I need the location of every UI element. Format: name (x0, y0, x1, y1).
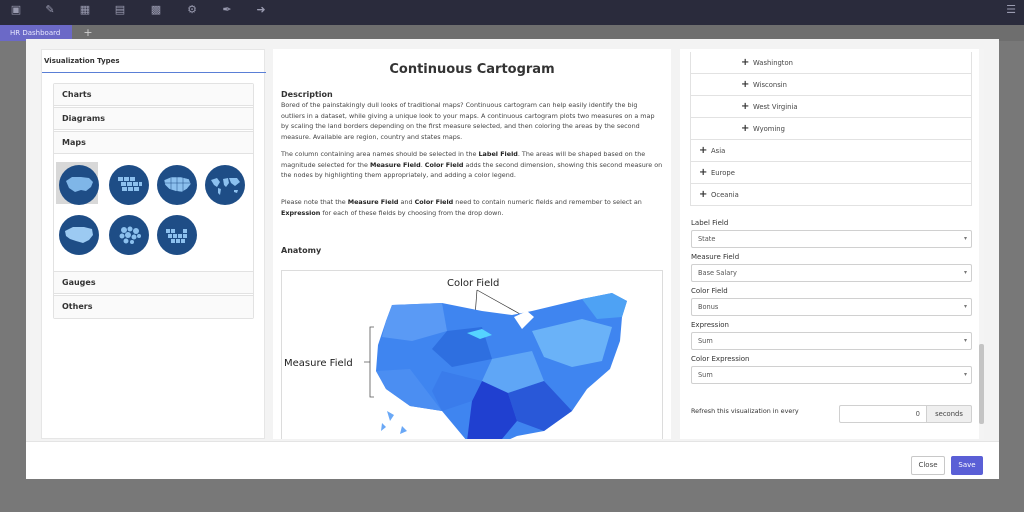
group-maps[interactable]: Maps (54, 132, 253, 154)
tree-item-label: Oceania (711, 191, 739, 199)
color-expression-select[interactable]: Sum ▾ (691, 366, 972, 384)
visualization-title: Continuous Cartogram (389, 62, 555, 77)
description-paragraph-2: The column containing area names should … (281, 150, 663, 180)
us-map-icon (59, 165, 99, 205)
select-value: Base Salary (698, 269, 737, 277)
description-paragraph-1: Bored of the painstakingly dull looks of… (281, 101, 655, 141)
description-panel: Continuous Cartogram Description Bored o… (273, 49, 671, 439)
edit-icon[interactable]: ✎ (43, 3, 57, 17)
maps-thumbnails (54, 154, 253, 272)
refresh-interval-input[interactable]: 0 (839, 405, 927, 423)
grid-icon[interactable]: ▩ (149, 3, 163, 17)
tree-item-wyoming[interactable]: + Wyoming (691, 118, 971, 140)
close-button[interactable]: Close (911, 456, 945, 475)
chevron-down-icon: ▾ (963, 371, 967, 378)
us-region-map-icon (59, 215, 99, 255)
expand-icon[interactable]: + (699, 140, 707, 162)
tree-item-label: Wyoming (753, 125, 785, 133)
save-icon[interactable]: ▣ (9, 3, 23, 17)
states-map-icon (157, 165, 197, 205)
tree-item-label: Europe (711, 169, 735, 177)
label-field-select[interactable]: State ▾ (691, 230, 972, 248)
map-thumb-grid[interactable] (154, 212, 197, 255)
visualization-types-panel: Visualization Types Charts Diagrams Maps (41, 49, 266, 439)
map-thumb-world[interactable] (202, 162, 245, 205)
modal-footer: Close Save (26, 441, 999, 479)
dorling-map-icon (109, 215, 149, 255)
tree-item-washington[interactable]: + Washington (691, 52, 971, 74)
expand-icon[interactable]: + (699, 184, 707, 206)
anatomy-measure-field-label: Measure Field (284, 358, 353, 369)
expand-icon[interactable]: + (741, 74, 749, 96)
group-charts[interactable]: Charts (54, 84, 253, 106)
bar-chart-icon[interactable]: ▤ (113, 3, 127, 17)
expand-icon[interactable]: + (741, 52, 749, 74)
anatomy-color-field-label: Color Field (447, 278, 499, 289)
label-field-label: Label Field (691, 219, 729, 227)
chevron-down-icon: ▾ (963, 303, 967, 310)
trash-icon[interactable]: ▦ (78, 3, 92, 17)
chevron-down-icon: ▾ (963, 235, 967, 242)
save-button[interactable]: Save (951, 456, 983, 475)
map-thumb-continuous-cartogram[interactable] (56, 162, 99, 205)
scrollbar[interactable] (979, 49, 984, 439)
select-value: Sum (698, 337, 713, 345)
expand-icon[interactable]: + (741, 96, 749, 118)
visualization-modal: Visualization Types Charts Diagrams Maps (26, 39, 999, 479)
map-thumb-tile-grid[interactable] (106, 162, 149, 205)
field-settings-panel: + Washington + Wisconsin + West Virginia + W… (680, 49, 984, 439)
logout-icon[interactable]: ➜ (254, 3, 268, 17)
description-heading: Description (281, 90, 333, 99)
tree-item-label: Washington (753, 59, 793, 67)
chevron-down-icon: ▾ (963, 269, 967, 276)
expression-select[interactable]: Sum ▾ (691, 332, 972, 350)
tree-item-label: Wisconsin (753, 81, 787, 89)
tile-map-icon (109, 165, 149, 205)
tree-item-wisconsin[interactable]: + Wisconsin (691, 74, 971, 96)
gear-icon[interactable]: ⚙ (185, 3, 199, 17)
visualization-types-title: Visualization Types (44, 57, 120, 65)
tree-item-oceania[interactable]: + Oceania (691, 184, 971, 206)
tree-item-europe[interactable]: + Europe (691, 162, 971, 184)
color-expression-label: Color Expression (691, 355, 750, 363)
title-underline (42, 72, 266, 73)
visualization-accordion: Charts Diagrams Maps Gauges Others (53, 83, 254, 319)
color-field-select[interactable]: Bonus ▾ (691, 298, 972, 316)
world-map-icon (205, 165, 245, 205)
expand-icon[interactable]: + (699, 162, 707, 184)
refresh-unit-addon: seconds (926, 405, 972, 423)
measure-field-label: Measure Field (691, 253, 740, 261)
select-value: State (698, 235, 716, 243)
top-toolbar: ▣ ✎ ▦ ▤ ▩ ⚙ ✒ ➜ ☰ (0, 0, 1024, 25)
tree-item-west-virginia[interactable]: + West Virginia (691, 96, 971, 118)
anatomy-image: Color Field Measure Field (281, 270, 663, 439)
scrollbar-thumb[interactable] (979, 344, 984, 424)
brush-icon[interactable]: ✒ (220, 3, 234, 17)
group-diagrams[interactable]: Diagrams (54, 108, 253, 130)
grid-map-icon (157, 215, 197, 255)
measure-field-select[interactable]: Base Salary ▾ (691, 264, 972, 282)
tree-item-asia[interactable]: + Asia (691, 140, 971, 162)
modal-body: Visualization Types Charts Diagrams Maps (26, 39, 999, 441)
anatomy-heading: Anatomy (281, 246, 322, 255)
expression-label: Expression (691, 321, 729, 329)
group-others[interactable]: Others (54, 296, 253, 318)
group-gauges[interactable]: Gauges (54, 272, 253, 294)
map-thumb-us-region[interactable] (56, 212, 99, 255)
map-thumb-dorling[interactable] (106, 212, 149, 255)
tree-item-label: West Virginia (753, 103, 798, 111)
tree-item-label: Asia (711, 147, 726, 155)
map-thumb-states[interactable] (154, 162, 197, 205)
expand-icon[interactable]: + (741, 118, 749, 140)
chevron-down-icon: ▾ (963, 337, 967, 344)
menu-icon[interactable]: ☰ (1004, 3, 1018, 17)
select-value: Sum (698, 371, 713, 379)
refresh-label: Refresh this visualization in every (691, 407, 799, 415)
select-value: Bonus (698, 303, 719, 311)
area-tree: + Washington + Wisconsin + West Virginia + W… (690, 52, 972, 206)
color-field-label: Color Field (691, 287, 728, 295)
description-paragraph-3: Please note that the Measure Field and C… (281, 198, 642, 217)
